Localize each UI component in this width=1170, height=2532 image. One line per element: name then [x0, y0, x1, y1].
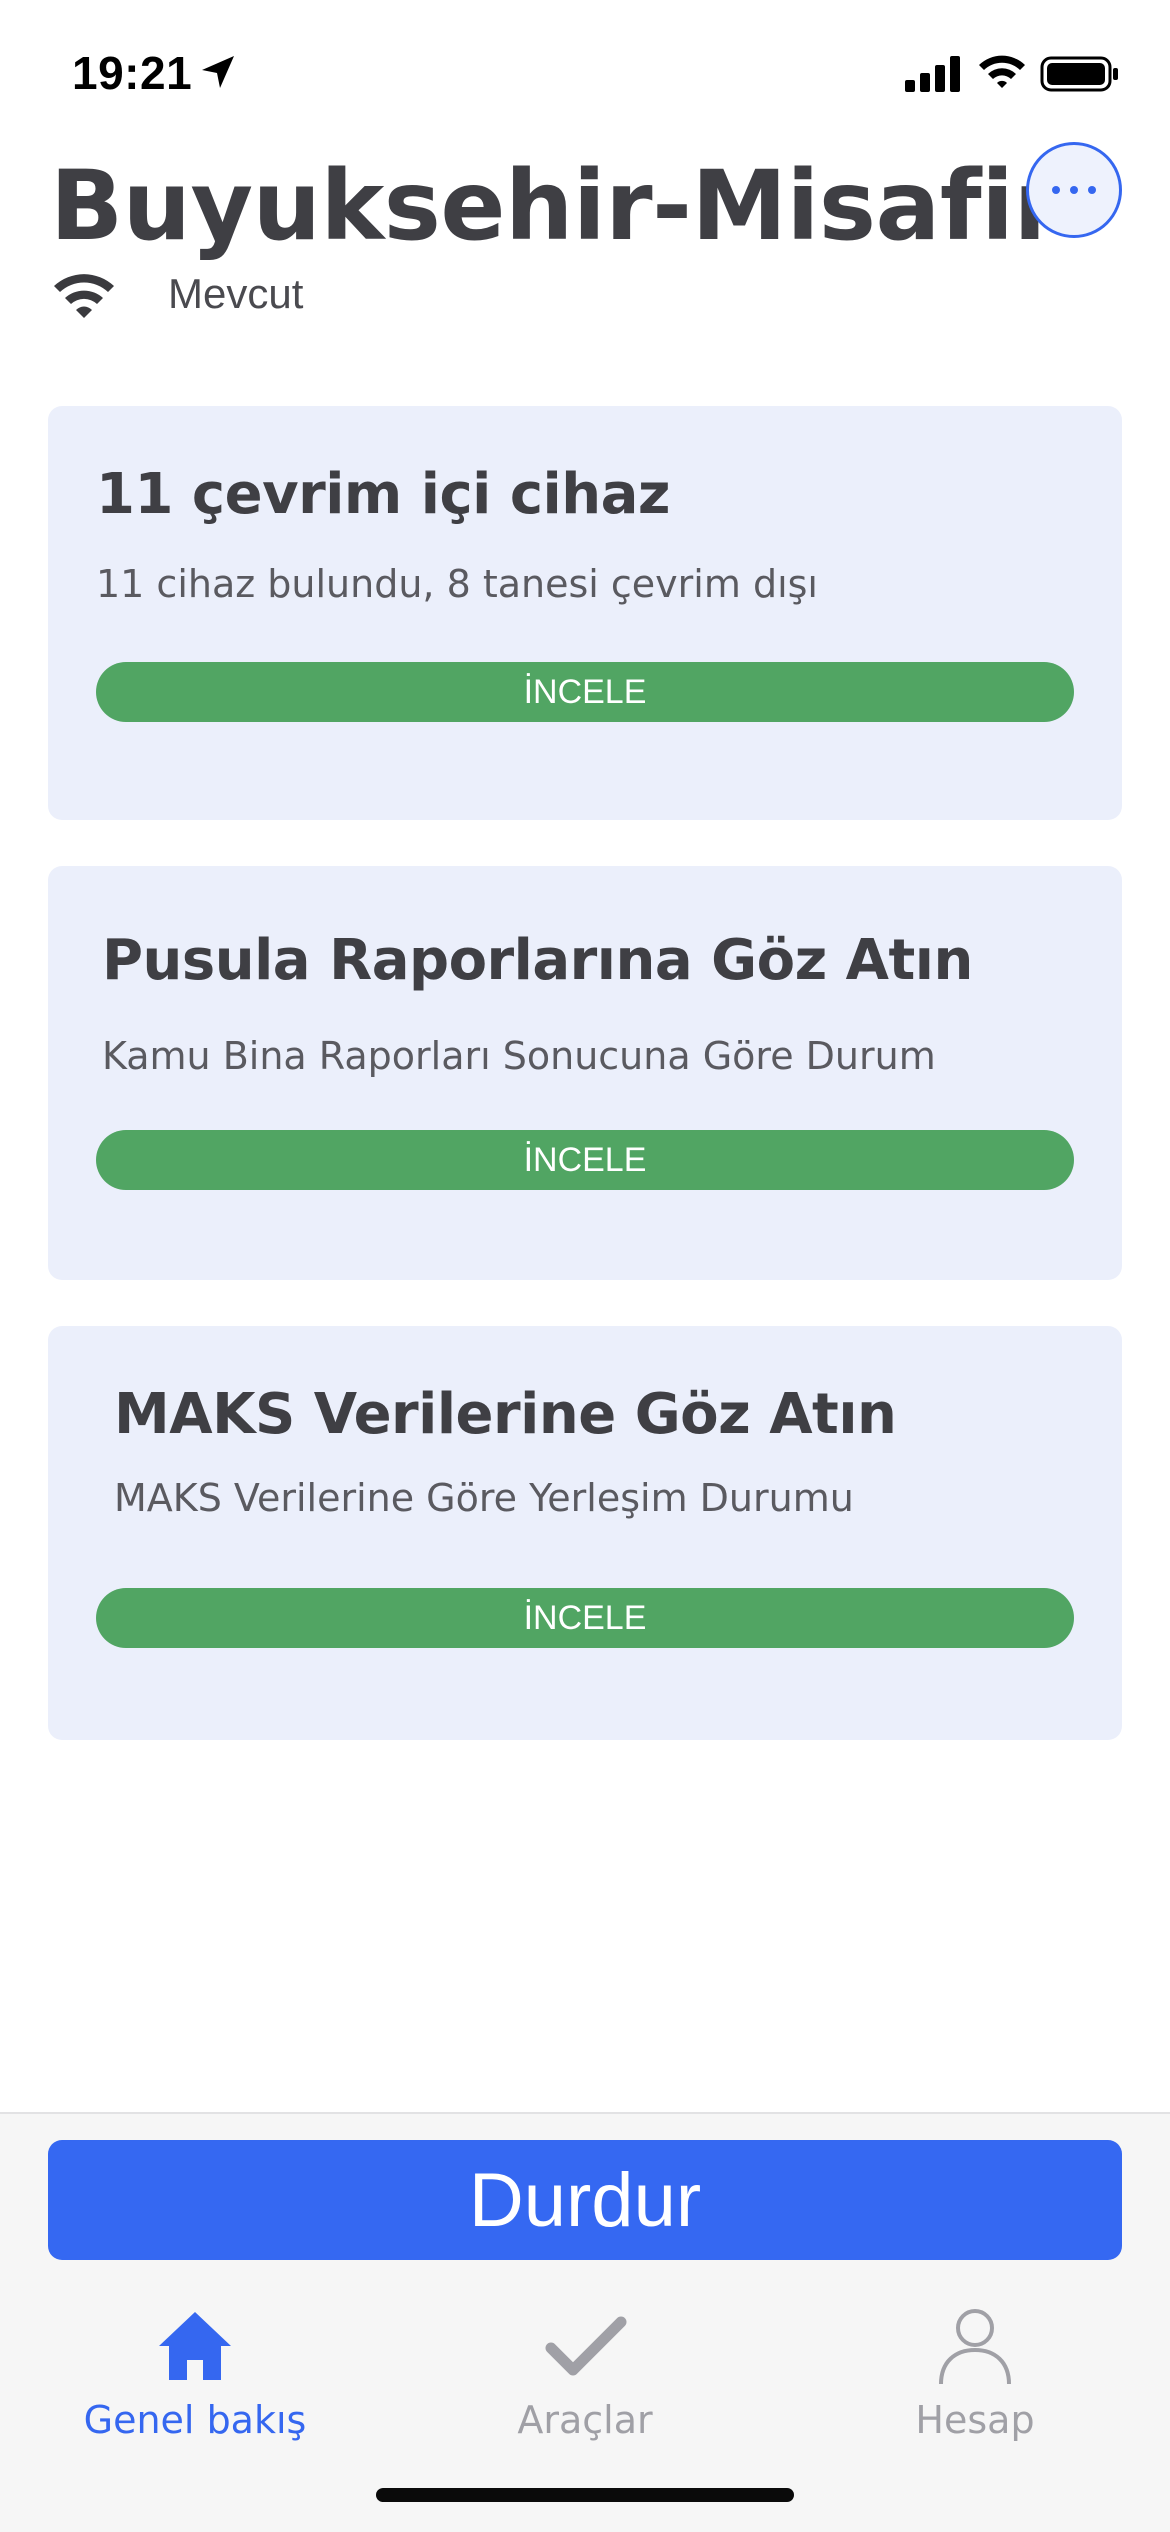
tab-overview[interactable]: Genel bakış [45, 2304, 345, 2454]
home-indicator[interactable] [376, 2488, 794, 2502]
devices-card: 11 çevrim içi cihaz 11 cihaz bulundu, 8 … [48, 406, 1122, 820]
card-subtitle: 11 cihaz bulundu, 8 tanesi çevrim dışı [96, 562, 818, 606]
network-status: Mevcut [168, 270, 304, 317]
home-icon [159, 2312, 231, 2380]
card-title: MAKS Verilerine Göz Atın [114, 1382, 897, 1447]
screen: 19:21 Buyuksehir-Misafir Mevcut 11 çevri… [0, 0, 1170, 2532]
stop-button[interactable]: Durdur [48, 2140, 1122, 2260]
compass-reports-card: Pusula Raporlarına Göz Atın Kamu Bina Ra… [48, 866, 1122, 1280]
wifi-status-icon [979, 55, 1025, 88]
maks-data-card: MAKS Verilerine Göz Atın MAKS Verilerine… [48, 1326, 1122, 1740]
tab-account[interactable]: Hesap [825, 2304, 1125, 2454]
tab-label: Hesap [915, 2398, 1035, 2442]
card-title: Pusula Raporlarına Göz Atın [102, 928, 973, 993]
tab-label: Genel bakış [83, 2398, 307, 2442]
status-time: 19:21 [72, 47, 193, 99]
card-subtitle: MAKS Verilerine Göre Yerleşim Durumu [114, 1476, 854, 1520]
location-arrow-icon [202, 56, 234, 88]
more-dots-icon [1052, 186, 1060, 194]
status-bar: 19:21 [0, 0, 1170, 150]
cellular-signal-icon [905, 56, 960, 92]
wifi-icon [54, 274, 114, 318]
card-title: 11 çevrim içi cihaz [96, 462, 671, 527]
inspect-reports-button[interactable]: İNCELE [96, 1130, 1074, 1190]
more-options-button[interactable] [1026, 142, 1122, 238]
tab-tools[interactable]: Araçlar [435, 2304, 735, 2454]
more-dot [1070, 186, 1078, 194]
bottom-bar: Durdur Genel bakış Araçlar Hesap [0, 2112, 1170, 2532]
card-subtitle: Kamu Bina Raporları Sonucuna Göre Durum [102, 1034, 936, 1078]
person-icon [939, 2309, 1011, 2385]
inspect-maks-button[interactable]: İNCELE [96, 1588, 1074, 1648]
battery-icon [1040, 56, 1118, 92]
more-dot [1088, 186, 1096, 194]
page-title: Buyuksehir-Misafir [50, 150, 1061, 262]
inspect-devices-button[interactable]: İNCELE [96, 662, 1074, 722]
tab-label: Araçlar [517, 2398, 653, 2442]
checkmark-icon [545, 2316, 627, 2376]
